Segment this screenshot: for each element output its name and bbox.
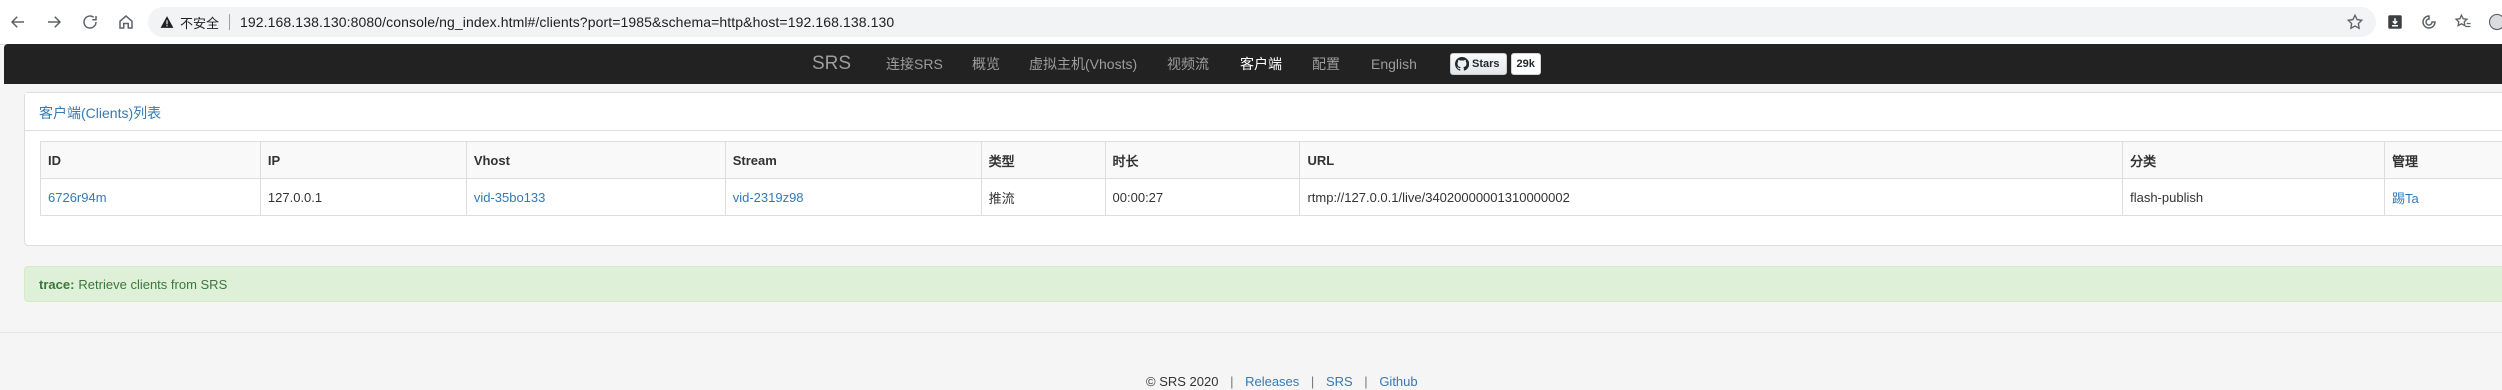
footer-separator: | xyxy=(1230,374,1234,389)
extension-download-icon[interactable] xyxy=(2384,11,2406,33)
client-id-link[interactable]: 6726r94m xyxy=(48,190,107,205)
table-row: 6726r94m 127.0.0.1 vid-35bo133 vid-2319z… xyxy=(40,178,2502,216)
nav-item-connect[interactable]: 连接SRS xyxy=(886,44,943,84)
nav-item-clients[interactable]: 客户端 xyxy=(1240,44,1282,84)
footer-copyright: © SRS 2020 xyxy=(1146,374,1219,389)
browser-toolbar: 不安全 192.168.138.130:8080/console/ng_inde… xyxy=(0,0,2502,45)
nav-item-streams[interactable]: 视频流 xyxy=(1167,44,1209,84)
cell-url: rtmp://127.0.0.1/live/340200000013100000… xyxy=(1299,178,2124,216)
column-header-vhost: Vhost xyxy=(465,141,726,179)
stream-link[interactable]: vid-2319z98 xyxy=(733,190,804,205)
favorites-icon[interactable] xyxy=(2452,11,2474,33)
cell-manage: 踢Ta xyxy=(2383,178,2502,216)
cell-type: 推流 xyxy=(980,178,1106,216)
cell-category: flash-publish xyxy=(2122,178,2385,216)
footer-link-srs[interactable]: SRS xyxy=(1326,374,1353,389)
top-navbar: SRS 连接SRS 概览 虚拟主机(Vhosts) 视频流 客户端 配置 Eng… xyxy=(4,44,2502,84)
cell-duration: 00:00:27 xyxy=(1104,178,1301,216)
table-header-row: ID IP Vhost Stream 类型 时长 URL 分类 管理 xyxy=(40,141,2502,179)
nav-item-english[interactable]: English xyxy=(1371,44,1417,84)
nav-item-overview[interactable]: 概览 xyxy=(972,44,1000,84)
github-stars-label: Stars xyxy=(1472,58,1500,70)
footer-link-releases[interactable]: Releases xyxy=(1245,374,1299,389)
arrow-left-icon xyxy=(10,16,24,28)
github-stars-button[interactable]: Stars xyxy=(1450,53,1507,75)
column-header-manage: 管理 xyxy=(2383,141,2502,179)
clients-panel: 客户端(Clients)列表 ID IP Vhost Stream 类型 时长 … xyxy=(24,92,2502,246)
column-header-url: URL xyxy=(1299,141,2124,179)
extension-puzzle-icon[interactable] xyxy=(2418,11,2440,33)
cell-id: 6726r94m xyxy=(40,178,261,216)
column-header-ip: IP xyxy=(259,141,467,179)
panel-heading: 客户端(Clients)列表 xyxy=(25,93,2502,131)
nav-item-vhosts[interactable]: 虚拟主机(Vhosts) xyxy=(1029,44,1137,84)
column-header-type: 类型 xyxy=(980,141,1106,179)
bookmark-star-icon[interactable] xyxy=(2346,13,2364,31)
trace-alert: trace: Retrieve clients from SRS xyxy=(24,266,2502,302)
github-stars-count[interactable]: 29k xyxy=(1510,53,1541,75)
footer-divider xyxy=(0,332,2502,333)
column-header-category: 分类 xyxy=(2122,141,2385,179)
column-header-id: ID xyxy=(40,141,261,179)
url-text[interactable]: 192.168.138.130:8080/console/ng_index.ht… xyxy=(240,14,894,30)
column-header-stream: Stream xyxy=(724,141,982,179)
back-button[interactable] xyxy=(6,10,30,34)
profile-avatar[interactable] xyxy=(2486,11,2502,33)
arrow-right-icon xyxy=(48,16,62,28)
vhost-link[interactable]: vid-35bo133 xyxy=(474,190,546,205)
home-icon xyxy=(119,15,133,29)
warning-icon xyxy=(160,16,174,28)
reload-button[interactable] xyxy=(78,10,102,34)
cell-stream: vid-2319z98 xyxy=(724,178,982,216)
cell-vhost: vid-35bo133 xyxy=(465,178,726,216)
cell-ip: 127.0.0.1 xyxy=(259,178,467,216)
trace-label: trace: xyxy=(39,276,75,292)
github-icon xyxy=(1455,57,1469,71)
github-stars-widget[interactable]: Stars 29k xyxy=(1450,53,1541,75)
kick-client-link[interactable]: 踢Ta xyxy=(2392,191,2419,206)
reload-icon xyxy=(83,15,97,29)
nav-item-config[interactable]: 配置 xyxy=(1312,44,1340,84)
home-button[interactable] xyxy=(114,10,138,34)
clients-table: ID IP Vhost Stream 类型 时长 URL 分类 管理 6726r… xyxy=(40,141,2502,216)
footer-link-github[interactable]: Github xyxy=(1379,374,1417,389)
footer-separator: | xyxy=(1310,374,1315,389)
forward-button[interactable] xyxy=(42,10,66,34)
insecure-label[interactable]: 不安全 xyxy=(180,13,219,32)
trace-message: Retrieve clients from SRS xyxy=(78,276,228,292)
address-separator xyxy=(229,14,231,30)
column-header-duration: 时长 xyxy=(1104,141,1301,179)
footer: © SRS 2020 | Releases | SRS | Github xyxy=(1146,374,1418,389)
address-bar[interactable]: 不安全 192.168.138.130:8080/console/ng_inde… xyxy=(148,7,2376,37)
brand-logo[interactable]: SRS xyxy=(812,44,851,84)
panel-title: 客户端(Clients)列表 xyxy=(39,105,162,121)
footer-separator: | xyxy=(1364,374,1368,389)
